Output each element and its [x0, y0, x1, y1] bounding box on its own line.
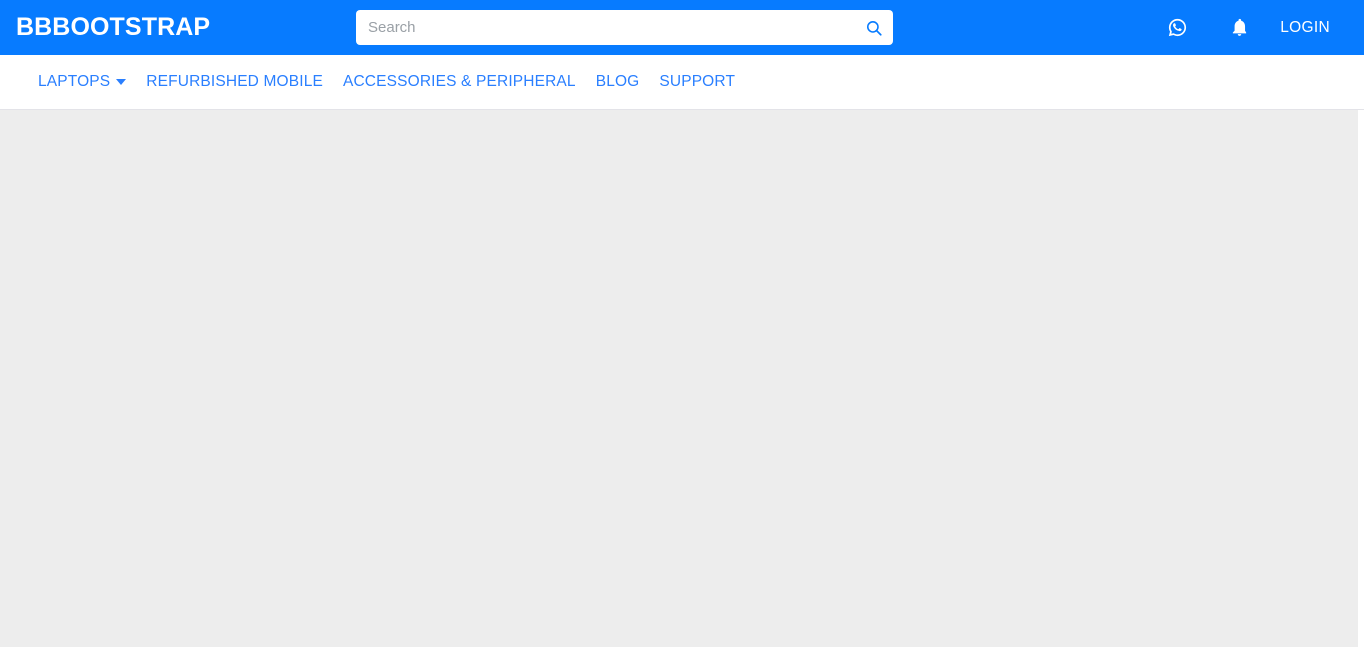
- nav-link-laptops[interactable]: LAPTOPS: [38, 73, 127, 91]
- nav-item-support[interactable]: SUPPORT: [659, 73, 735, 91]
- main-content-area: [0, 110, 1358, 647]
- whatsapp-button[interactable]: [1160, 11, 1194, 45]
- top-header-bar: BBBOOTSTRAP Search LOGIN: [0, 0, 1364, 55]
- nav-item-refurbished-mobile[interactable]: REFURBISHED MOBILE: [146, 73, 323, 91]
- nav-item-blog[interactable]: BLOG: [596, 73, 640, 91]
- header-actions: LOGIN: [1146, 0, 1364, 55]
- nav-link-accessories-peripheral[interactable]: ACCESSORIES & PERIPHERAL: [343, 73, 576, 91]
- search-container: [356, 10, 893, 45]
- bell-icon: [1232, 18, 1246, 36]
- nav-item-accessories-peripheral[interactable]: ACCESSORIES & PERIPHERAL: [343, 73, 576, 91]
- nav-link-refurbished-mobile[interactable]: REFURBISHED MOBILE: [146, 73, 323, 91]
- search-icon: [866, 20, 882, 36]
- nav-item-laptops[interactable]: LAPTOPS: [38, 73, 127, 91]
- chevron-down-icon: [116, 79, 127, 85]
- site-logo[interactable]: BBBOOTSTRAP: [16, 15, 210, 40]
- whatsapp-icon: [1168, 18, 1186, 37]
- scrollbar-gutter[interactable]: [1358, 110, 1364, 647]
- search-input[interactable]: [356, 10, 893, 45]
- nav-list: LAPTOPS REFURBISHED MOBILE ACCESSORIES &…: [38, 73, 735, 91]
- search-box: [356, 10, 893, 45]
- page-root: BBBOOTSTRAP Search LOGIN LAPTOPS REFURBI…: [0, 0, 1364, 647]
- main-navigation: LAPTOPS REFURBISHED MOBILE ACCESSORIES &…: [0, 55, 1364, 110]
- login-link[interactable]: LOGIN: [1280, 19, 1330, 37]
- nav-link-blog[interactable]: BLOG: [596, 73, 640, 91]
- notifications-button[interactable]: [1222, 11, 1256, 45]
- nav-link-support[interactable]: SUPPORT: [659, 73, 735, 91]
- search-button[interactable]: [863, 17, 885, 39]
- nav-label-laptops: LAPTOPS: [38, 73, 111, 90]
